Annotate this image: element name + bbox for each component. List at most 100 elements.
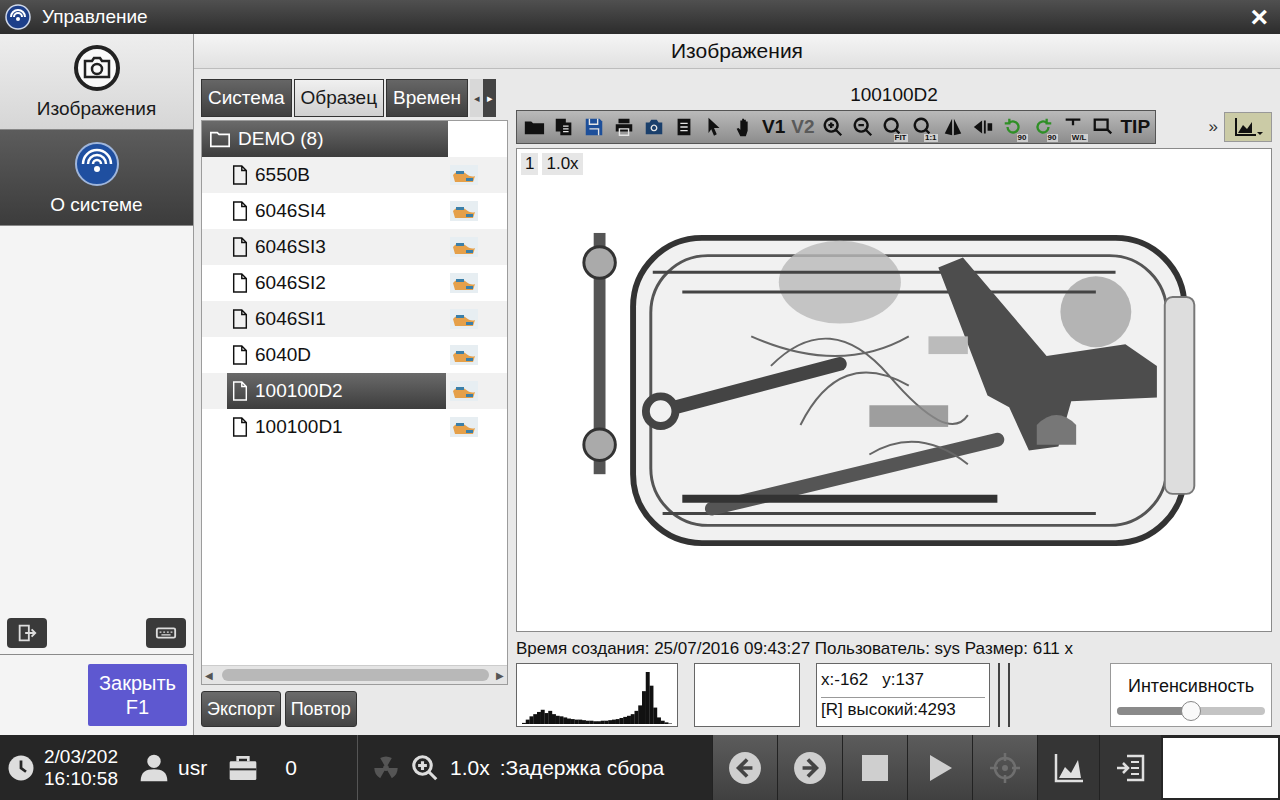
scroll-thumb[interactable] bbox=[222, 669, 489, 681]
save-button[interactable] bbox=[579, 112, 609, 142]
sidebar-item[interactable]: Изображения bbox=[0, 34, 193, 130]
file-row[interactable]: 100100D1 bbox=[202, 409, 507, 445]
histogram-bar bbox=[590, 721, 594, 724]
open-folder-button[interactable] bbox=[519, 112, 549, 142]
tool-label: 90 bbox=[1047, 134, 1058, 142]
tool-label: 90 bbox=[1017, 134, 1028, 142]
histogram-bar bbox=[616, 719, 620, 724]
next-button[interactable] bbox=[777, 735, 842, 800]
collection-delay: :Задержка сбора bbox=[500, 756, 665, 780]
target-icon bbox=[989, 752, 1021, 784]
slider-knob[interactable] bbox=[1181, 701, 1201, 721]
image-canvas[interactable]: 11.0x bbox=[516, 148, 1272, 632]
image-browser: СистемаОбразецВремен◂▸ DEMO (8)6550B 6046S… bbox=[201, 79, 508, 727]
file-row[interactable]: 6040D bbox=[202, 337, 507, 373]
tool-label: 1:1 bbox=[924, 134, 938, 142]
histogram-bar bbox=[638, 705, 642, 724]
histogram-bar bbox=[560, 716, 564, 724]
report-icon bbox=[673, 116, 695, 138]
view-mode-button[interactable]: TIP bbox=[1118, 112, 1154, 142]
rotate-right-button[interactable]: 90 bbox=[1028, 112, 1058, 142]
zoom-actual-button[interactable]: 1:1 bbox=[908, 112, 938, 142]
file-row[interactable]: 6046SI4 bbox=[202, 193, 507, 229]
pan-button[interactable] bbox=[729, 112, 759, 142]
region-zoom-button[interactable] bbox=[1088, 112, 1118, 142]
keyboard-icon bbox=[154, 622, 178, 644]
report-button[interactable] bbox=[669, 112, 699, 142]
bag-count: 0 bbox=[285, 756, 297, 780]
file-icon bbox=[231, 344, 249, 366]
file-name: 6046SI3 bbox=[255, 236, 326, 258]
file-row[interactable]: 6550B bbox=[202, 157, 507, 193]
window-level-button[interactable]: W/L bbox=[1058, 112, 1088, 142]
file-row[interactable]: 6046SI3 bbox=[202, 229, 507, 265]
histogram-bar bbox=[571, 719, 575, 724]
tab[interactable]: Система bbox=[201, 79, 292, 117]
log-button[interactable] bbox=[1099, 735, 1161, 800]
histogram-bar bbox=[653, 708, 657, 724]
tab[interactable]: Времен bbox=[386, 79, 468, 117]
thumbnail bbox=[450, 237, 478, 257]
stop-icon bbox=[859, 752, 891, 784]
view-mode-button[interactable]: V2 bbox=[788, 112, 817, 142]
histogram-bar bbox=[567, 719, 571, 724]
tool-label: FIT bbox=[894, 134, 908, 142]
horizontal-scrollbar[interactable]: ◀▶ bbox=[202, 665, 507, 684]
scroll-left-button[interactable]: ◀ bbox=[202, 670, 216, 681]
more-tools-button[interactable]: » bbox=[1209, 117, 1218, 137]
print-icon bbox=[613, 116, 635, 138]
sidebar-item[interactable]: О системе bbox=[0, 130, 193, 226]
flip-icon bbox=[972, 116, 994, 138]
save-as-button[interactable] bbox=[549, 112, 579, 142]
thumbnail bbox=[450, 345, 478, 365]
mirror-button[interactable] bbox=[938, 112, 968, 142]
chart-dropdown[interactable] bbox=[1224, 112, 1272, 142]
close-button[interactable]: × bbox=[1246, 2, 1272, 32]
zoom-in-button[interactable] bbox=[818, 112, 848, 142]
intensity-slider[interactable] bbox=[1117, 707, 1265, 715]
file-tree: DEMO (8)6550B 6046SI4 6046SI3 6046SI2 6046SI… bbox=[201, 120, 508, 685]
action-button[interactable]: Экспорт bbox=[201, 691, 281, 727]
print-button[interactable] bbox=[609, 112, 639, 142]
target-button[interactable] bbox=[972, 735, 1037, 800]
stop-button[interactable] bbox=[842, 735, 907, 800]
image-viewer: 100100D2V1V2FIT1:19090W/LTIP»11.0xВремя … bbox=[516, 79, 1272, 727]
tab[interactable]: Образец bbox=[294, 79, 385, 117]
logout-icon bbox=[16, 622, 38, 644]
tab-bar: СистемаОбразецВремен◂▸ bbox=[201, 79, 508, 117]
logout-button[interactable] bbox=[7, 618, 47, 648]
keyboard-button[interactable] bbox=[146, 618, 186, 648]
tab-scroll-right-button[interactable]: ▸ bbox=[483, 79, 496, 117]
folder-row[interactable]: DEMO (8) bbox=[202, 121, 507, 157]
file-row[interactable]: 6046SI2 bbox=[202, 265, 507, 301]
file-row[interactable]: 6046SI1 bbox=[202, 301, 507, 337]
file-icon bbox=[231, 200, 249, 222]
rotate-left-button[interactable]: 90 bbox=[998, 112, 1028, 142]
zoom-out-button[interactable] bbox=[848, 112, 878, 142]
play-button[interactable] bbox=[907, 735, 972, 800]
zoom-level: 1.0x bbox=[450, 756, 490, 780]
action-button[interactable]: Повтор bbox=[285, 691, 357, 727]
file-name: 6046SI4 bbox=[255, 200, 326, 222]
flip-button[interactable] bbox=[968, 112, 998, 142]
view-mode-button[interactable]: V1 bbox=[759, 112, 788, 142]
tab-scroll-left-button[interactable]: ◂ bbox=[470, 79, 483, 117]
close-f1-button[interactable]: ЗакрытьF1 bbox=[88, 664, 187, 726]
scan-button[interactable] bbox=[639, 112, 669, 142]
file-icon bbox=[231, 236, 249, 258]
zoom-fit-button[interactable]: FIT bbox=[878, 112, 908, 142]
page-title: Изображения bbox=[194, 34, 1280, 69]
app-logo-icon bbox=[4, 3, 32, 31]
histogram-bar bbox=[526, 720, 530, 724]
histogram-bar bbox=[541, 710, 545, 724]
file-name: 6046SI2 bbox=[255, 272, 326, 294]
pointer-button[interactable] bbox=[699, 112, 729, 142]
histogram-bar bbox=[635, 711, 639, 724]
previous-button[interactable] bbox=[712, 735, 777, 800]
radiation-icon bbox=[372, 754, 400, 782]
folder-icon bbox=[208, 128, 232, 150]
histogram-button[interactable] bbox=[1037, 735, 1099, 800]
arrow-left-icon bbox=[728, 751, 762, 785]
file-row[interactable]: 100100D2 bbox=[202, 373, 507, 409]
scroll-right-button[interactable]: ▶ bbox=[493, 670, 507, 681]
